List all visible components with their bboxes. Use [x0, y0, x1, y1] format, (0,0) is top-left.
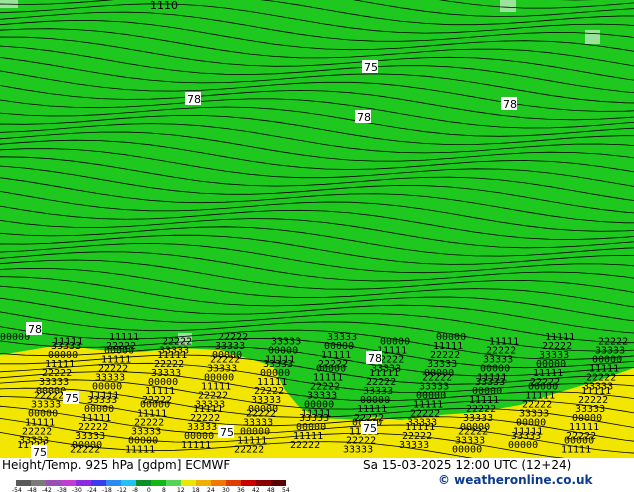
footer: Height/Temp. 925 hPa [gdpm] ECMWF Sa 15-… — [0, 458, 634, 492]
contour-label: 78 — [357, 111, 371, 124]
scale-swatch — [91, 480, 106, 486]
contour-label: 75 — [33, 446, 47, 458]
contour-label: 75 — [364, 61, 378, 74]
scale-swatch — [61, 480, 76, 486]
contour-label: 78 — [503, 98, 517, 111]
scale-swatch — [76, 480, 91, 486]
forecast-datetime: Sa 15-03-2025 12:00 UTC (12+24) — [363, 458, 572, 472]
copyright-link[interactable]: © weatheronline.co.uk — [438, 473, 593, 487]
scale-swatch — [31, 480, 46, 486]
scale-swatch — [46, 480, 61, 486]
isoline-digit: 22222 — [234, 445, 264, 456]
isoline-digit: 33333 — [343, 445, 373, 456]
isoline-digit: 00000 — [508, 440, 538, 451]
isoline-digit: 11111 — [125, 445, 155, 456]
isoline-digit: 11111 — [181, 440, 211, 451]
contour-label: 78 — [368, 352, 382, 365]
isoline-digit: 22222 — [290, 440, 320, 451]
scale-swatch — [241, 480, 256, 486]
contour-label: 75 — [220, 426, 234, 439]
isoline-digit: 22222 — [70, 445, 100, 456]
scale-swatch — [166, 480, 181, 486]
scale-swatch — [106, 480, 121, 486]
contour-label: 78 — [28, 323, 42, 336]
scale-swatch — [226, 480, 241, 486]
contour-label: 78 — [187, 93, 201, 106]
scale-swatch — [151, 480, 166, 486]
weather-map: 00000 11111 22222 33333 00000 11111 11111 22222… — [0, 0, 634, 458]
scale-swatch — [211, 480, 226, 486]
color-scale: -54 -48 -42 -38 -30 -24 -18 -12 -8 0 8 12 18 24 30 36 42… — [12, 480, 290, 492]
edge-label: 1110 — [150, 0, 178, 12]
scale-swatch — [181, 480, 196, 486]
isoline-digit: 00000 — [0, 332, 30, 343]
isoline-digit: 11111 — [561, 445, 591, 456]
scale-swatch — [16, 480, 31, 486]
scale-swatch — [121, 480, 136, 486]
contour-label: 75 — [363, 422, 377, 435]
map-title: Height/Temp. 925 hPa [gdpm] ECMWF — [2, 458, 231, 472]
isoline-digit: 00000 — [452, 445, 482, 456]
contour-label: 75 — [65, 392, 79, 405]
map-area: 00000 11111 22222 33333 00000 11111 11111 22222… — [0, 0, 634, 458]
scale-swatch — [271, 480, 286, 486]
scale-swatch — [136, 480, 151, 486]
scale-swatch — [196, 480, 211, 486]
scale-swatch — [256, 480, 271, 486]
isoline-digit: 33333 — [399, 440, 429, 451]
